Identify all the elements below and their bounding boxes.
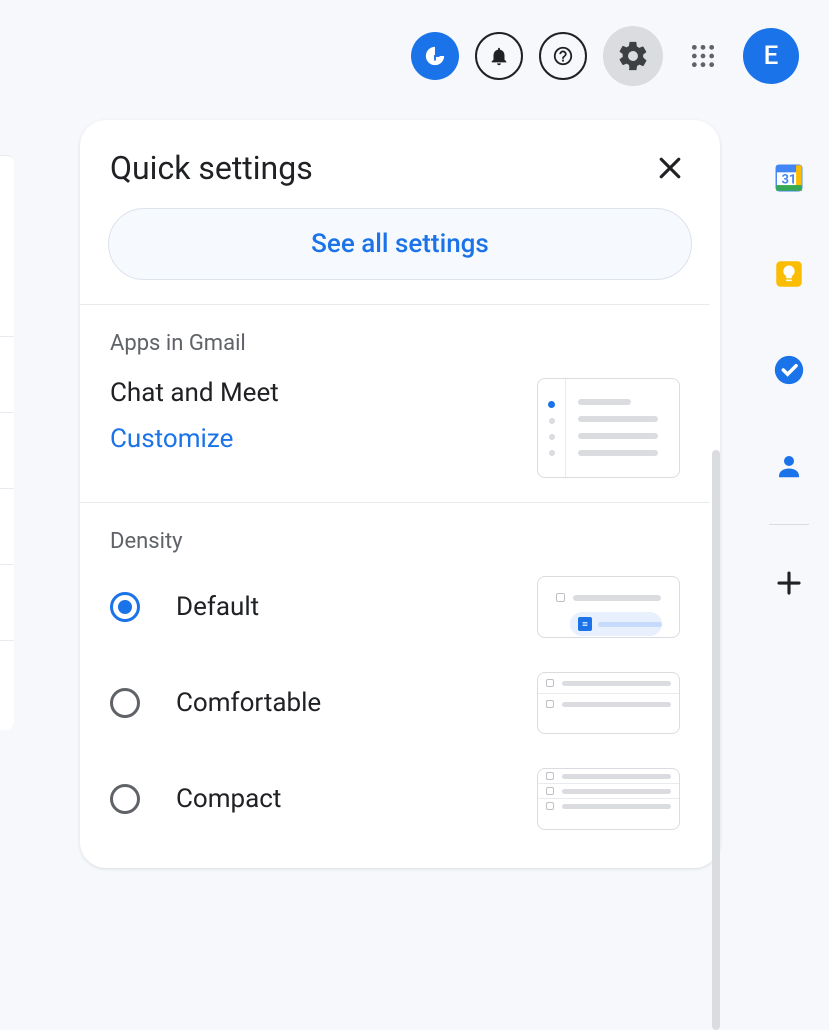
chat-and-meet-label: Chat and Meet [110, 378, 279, 408]
scrollbar[interactable] [712, 450, 720, 1030]
apps-in-gmail-section: Apps in Gmail Chat and Meet Customize [80, 304, 710, 502]
keep-app-icon[interactable] [771, 256, 807, 292]
svg-text:31: 31 [782, 173, 797, 188]
close-button[interactable] [650, 148, 690, 188]
see-all-settings-label: See all settings [311, 229, 489, 259]
google-apps-icon[interactable] [679, 32, 727, 80]
calendar-app-icon[interactable]: 31 [771, 160, 807, 196]
side-panel: 31 [749, 140, 829, 944]
radio-label: Default [176, 592, 259, 622]
density-section: Density Default Comfortable [80, 502, 710, 858]
section-label: Density [110, 529, 680, 554]
radio-label: Compact [176, 784, 281, 814]
notifications-icon[interactable] [475, 32, 523, 80]
density-option-default[interactable]: Default [110, 576, 680, 638]
density-preview-default [537, 576, 680, 638]
quick-settings-panel: Quick settings See all settings Apps in … [80, 120, 720, 868]
contacts-app-icon[interactable] [771, 448, 807, 484]
avatar-letter: E [764, 41, 779, 71]
tasks-app-icon[interactable] [771, 352, 807, 388]
help-icon[interactable] [539, 32, 587, 80]
density-preview-compact [537, 768, 680, 830]
settings-icon[interactable] [603, 26, 663, 86]
radio-icon [110, 592, 140, 622]
density-preview-comfortable [537, 672, 680, 734]
customize-link[interactable]: Customize [110, 424, 279, 454]
radio-icon [110, 688, 140, 718]
apps-preview-thumbnail[interactable] [537, 378, 680, 478]
radio-icon [110, 784, 140, 814]
section-label: Apps in Gmail [110, 331, 680, 356]
radio-label: Comfortable [176, 688, 321, 718]
density-option-comfortable[interactable]: Comfortable [110, 672, 680, 734]
panel-title: Quick settings [110, 149, 313, 187]
mail-list-edge [0, 155, 14, 730]
gemini-icon[interactable] [411, 32, 459, 80]
account-avatar[interactable]: E [743, 28, 799, 84]
top-header: E [0, 0, 829, 112]
add-app-icon[interactable] [771, 565, 807, 601]
see-all-settings-button[interactable]: See all settings [108, 208, 692, 280]
density-option-compact[interactable]: Compact [110, 768, 680, 830]
side-panel-divider [769, 524, 809, 525]
